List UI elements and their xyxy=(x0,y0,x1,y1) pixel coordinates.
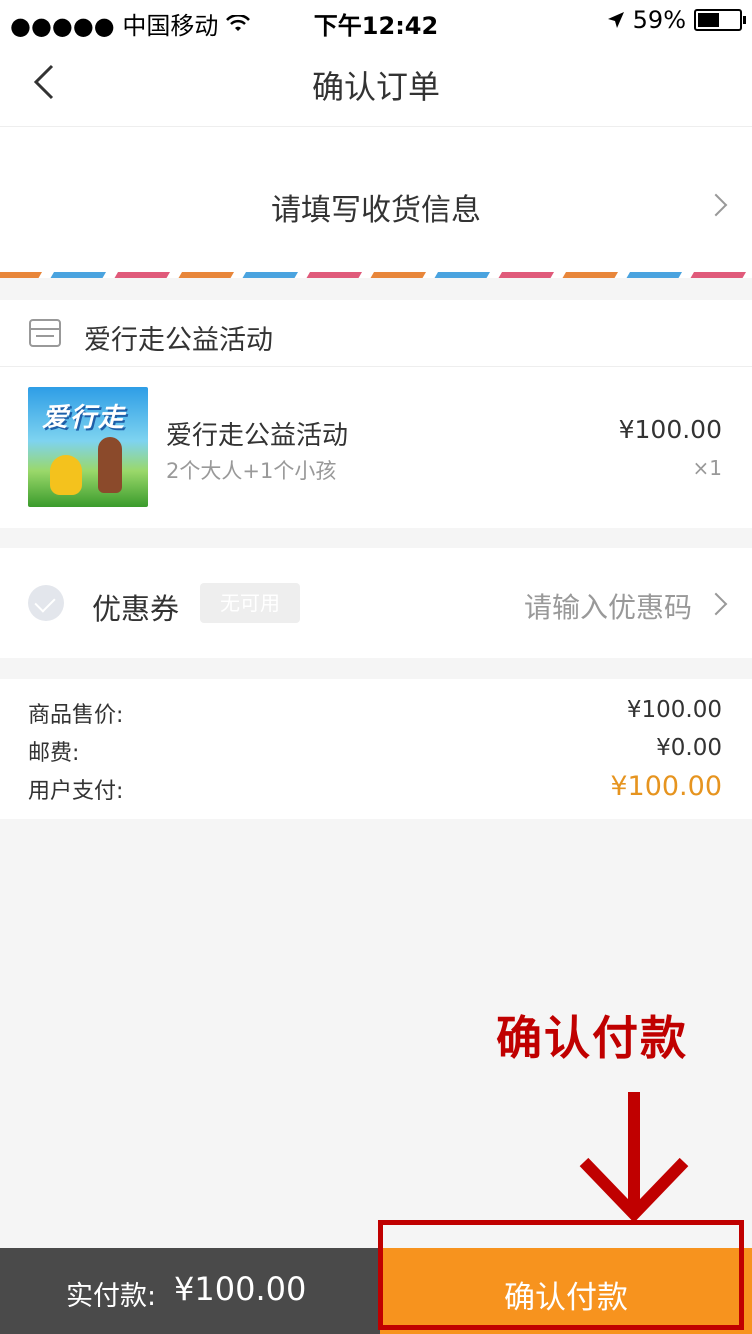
thumbnail-figure xyxy=(98,437,122,493)
page-title: 确认订单 xyxy=(311,68,440,106)
total-section: 实付款: ¥100.00 xyxy=(0,1248,380,1334)
status-right: 59% xyxy=(607,6,746,34)
airmail-stripe-segment xyxy=(690,272,746,278)
battery-percent: 59% xyxy=(632,6,686,34)
location-arrow-icon xyxy=(607,12,624,28)
battery-icon xyxy=(694,9,746,31)
product-quantity: ×1 xyxy=(692,456,722,480)
shop-header: 爱行走公益活动 xyxy=(0,300,752,367)
product-thumbnail[interactable]: 爱行走 xyxy=(28,387,148,507)
price-summary: 商品售价: ¥100.00 邮费: ¥0.00 用户支付: ¥100.00 xyxy=(0,679,752,819)
battery-fill xyxy=(698,13,720,27)
airmail-stripe-segment xyxy=(178,272,234,278)
airmail-stripe-segment xyxy=(50,272,106,278)
thumbnail-logo: 爱行走 xyxy=(42,403,127,433)
total-label: 实付款: xyxy=(66,1281,157,1312)
airmail-stripe-segment xyxy=(434,272,490,278)
store-icon xyxy=(29,319,61,347)
airmail-stripe xyxy=(0,272,752,278)
summary-value: ¥0.00 xyxy=(656,735,722,761)
product-price: ¥100.00 xyxy=(618,415,722,444)
status-bar: ●●●●● 中国移动 下午12:42 59% xyxy=(0,0,752,40)
airmail-stripe-segment xyxy=(0,272,42,278)
coupon-status-badge: 无可用 xyxy=(200,583,300,623)
airmail-stripe-segment xyxy=(306,272,362,278)
summary-row: 邮费: ¥0.00 xyxy=(0,735,752,773)
summary-row: 商品售价: ¥100.00 xyxy=(0,697,752,735)
product-title[interactable]: 爱行走公益活动 xyxy=(166,415,348,452)
nav-bar: 确认订单 xyxy=(0,40,752,127)
summary-value: ¥100.00 xyxy=(626,697,722,723)
annotation-arrow-icon xyxy=(579,1092,689,1222)
summary-label: 商品售价: xyxy=(28,703,124,728)
order-item-card: 爱行走公益活动 爱行走 爱行走公益活动 2个大人+1个小孩 ¥100.00 ×1 xyxy=(0,300,752,528)
shop-name: 爱行走公益活动 xyxy=(84,325,273,356)
coupon-label: 优惠券 xyxy=(92,592,180,626)
product-subtitle: 2个大人+1个小孩 xyxy=(166,459,337,483)
coupon-code-input[interactable]: 请输入优惠码 xyxy=(524,586,692,626)
thumbnail-mascot xyxy=(50,455,82,495)
summary-value-pay: ¥100.00 xyxy=(610,771,722,802)
summary-label: 邮费: xyxy=(28,741,80,766)
chevron-right-icon xyxy=(704,592,728,616)
airmail-stripe-segment xyxy=(114,272,170,278)
coupon-row[interactable]: 优惠券 无可用 请输入优惠码 xyxy=(0,548,752,658)
airmail-stripe-segment xyxy=(562,272,618,278)
annotation-highlight-box xyxy=(378,1220,744,1330)
airmail-stripe-segment xyxy=(626,272,682,278)
summary-label: 用户支付: xyxy=(28,779,124,804)
airmail-stripe-segment xyxy=(370,272,426,278)
total-amount: ¥100.00 xyxy=(174,1270,307,1308)
summary-row: 用户支付: ¥100.00 xyxy=(0,771,752,811)
annotation-label: 确认付款 xyxy=(496,1011,688,1065)
coupon-checkbox[interactable] xyxy=(28,585,64,621)
address-section[interactable]: 请填写收货信息 xyxy=(0,127,752,277)
address-prompt[interactable]: 请填写收货信息 xyxy=(0,185,752,229)
airmail-stripe-segment xyxy=(498,272,554,278)
airmail-stripe-segment xyxy=(242,272,298,278)
